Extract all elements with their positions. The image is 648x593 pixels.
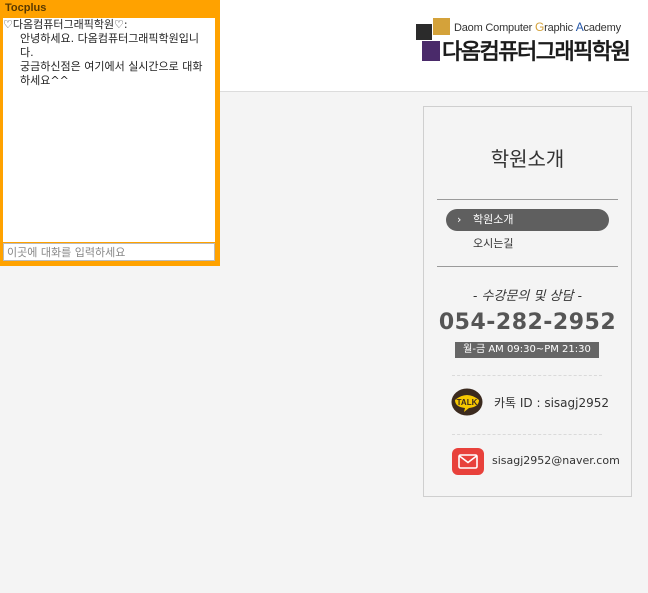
logo-english-name: Daom Computer Graphic Academy (454, 20, 621, 34)
divider (437, 199, 618, 200)
dashed-divider (452, 375, 602, 376)
business-hours: 월-금 AM 09:30~PM 21:30 (455, 342, 599, 358)
kakao-talk-icon[interactable]: TALK (451, 388, 483, 416)
sidebar-title: 학원소개 (490, 147, 565, 171)
kakao-id[interactable]: 카톡 ID : sisagj2952 (494, 394, 609, 411)
chevron-right-icon: › (457, 213, 462, 226)
sidebar-item-academy-intro[interactable]: › 학원소개 (446, 209, 609, 231)
sidebar-item-label: 학원소개 (473, 213, 514, 226)
dashed-divider (452, 434, 602, 435)
divider (437, 266, 618, 267)
phone-number[interactable]: 054-282-2952 (424, 310, 631, 335)
chat-sender: ♡다옴컴퓨터그래픽학원♡: (3, 18, 128, 31)
sidebar-panel: 학원소개 › 학원소개 오시는길 - 수강문의 및 상담 - 054-282-2… (423, 106, 632, 497)
chat-message: 안녕하세요. 다옴컴퓨터그래픽학원입니다. (20, 32, 200, 59)
kakao-icon-text: TALK (457, 398, 478, 407)
academy-logo[interactable]: Daom Computer Graphic Academy 다옴컴퓨터그래픽학원 (416, 18, 648, 65)
chat-message: 궁금하신점은 여기에서 실시간으로 대화하세요^^ (20, 60, 203, 87)
consult-heading: - 수강문의 및 상담 - (472, 289, 583, 304)
chat-messages[interactable]: ♡다옴컴퓨터그래픽학원♡: 안녕하세요. 다옴컴퓨터그래픽학원입니다. 궁금하신… (3, 18, 215, 242)
sidebar-item-directions[interactable]: 오시는길 (473, 237, 513, 251)
chat-input[interactable] (3, 243, 215, 261)
mail-icon[interactable] (452, 448, 484, 475)
chat-widget-title[interactable]: Tocplus (5, 2, 46, 14)
email-address[interactable]: sisagj2952@naver.com (492, 454, 620, 467)
chat-widget: Tocplus ♡다옴컴퓨터그래픽학원♡: 안녕하세요. 다옴컴퓨터그래픽학원입… (0, 0, 220, 266)
logo-square-gold (433, 18, 450, 35)
logo-korean-name: 다옴컴퓨터그래픽학원 (442, 40, 631, 65)
logo-square-purple (422, 41, 440, 61)
logo-square-dark (416, 24, 432, 40)
